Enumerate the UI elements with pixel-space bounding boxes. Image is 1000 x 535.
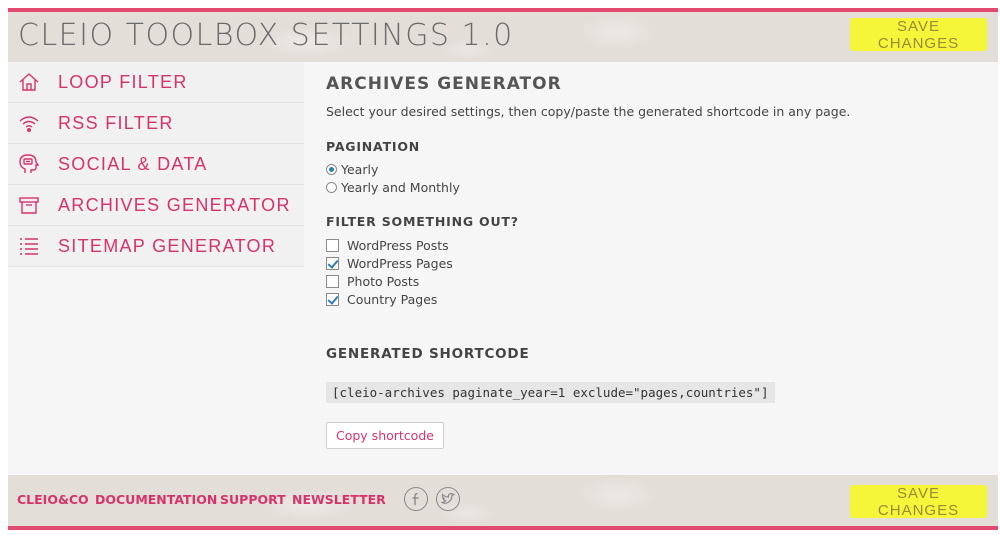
option-label: Yearly and Monthly — [341, 179, 460, 195]
checkbox-checked[interactable] — [326, 292, 339, 306]
sidebar-item-label: ARCHIVES GENERATOR — [58, 194, 291, 215]
pagination-option-yearly[interactable]: Yearly — [326, 160, 986, 178]
sidebar-nav: LOOP FILTER RSS FILTER SOCIAL & DATA ARC… — [8, 62, 304, 267]
filter-option-photo-posts[interactable]: Photo Posts — [326, 272, 986, 290]
list-icon — [18, 235, 40, 257]
settings-frame: CLEIO TOOLBOX SETTINGS 1.0 SAVE CHANGES … — [8, 8, 998, 530]
option-label: WordPress Pages — [347, 255, 453, 271]
radio-button-selected[interactable] — [326, 163, 337, 175]
sidebar-item-loop-filter[interactable]: LOOP FILTER — [8, 62, 304, 103]
main-panel: ARCHIVES GENERATOR Select your desired s… — [326, 62, 986, 449]
save-changes-button-bottom[interactable]: SAVE CHANGES — [850, 485, 987, 519]
option-label: Yearly — [341, 161, 379, 177]
header-bar: CLEIO TOOLBOX SETTINGS 1.0 SAVE CHANGES — [8, 12, 998, 62]
wifi-icon — [18, 112, 40, 134]
filter-option-wordpress-posts[interactable]: WordPress Posts — [326, 236, 986, 254]
sidebar-item-label: LOOP FILTER — [58, 71, 188, 92]
archive-box-icon — [18, 194, 40, 216]
checkbox-checked[interactable] — [326, 256, 339, 270]
option-label: Photo Posts — [347, 273, 420, 289]
head-speech-icon — [18, 153, 40, 175]
copy-shortcode-button[interactable]: Copy shortcode — [326, 422, 444, 449]
intro-text: Select your desired settings, then copy/… — [326, 104, 851, 119]
sidebar-item-label: SOCIAL & DATA — [58, 153, 208, 174]
footer-bar: CLEIO&CO DOCUMENTATION SUPPORT NEWSLETTE… — [8, 475, 998, 526]
sidebar-item-social-data[interactable]: SOCIAL & DATA — [8, 144, 304, 185]
filter-heading: FILTER SOMETHING OUT? — [326, 214, 519, 229]
option-label: Country Pages — [347, 291, 438, 307]
footer-link-documentation[interactable]: DOCUMENTATION — [95, 492, 217, 507]
filter-option-wordpress-pages[interactable]: WordPress Pages — [326, 254, 986, 272]
pagination-heading: PAGINATION — [326, 139, 421, 154]
filter-option-country-pages[interactable]: Country Pages — [326, 290, 986, 308]
checkbox[interactable] — [326, 238, 339, 252]
facebook-icon[interactable] — [404, 487, 428, 511]
footer-link-support[interactable]: SUPPORT — [220, 492, 286, 507]
footer-link-cleioco[interactable]: CLEIO&CO — [17, 492, 89, 507]
page-title: CLEIO TOOLBOX SETTINGS 1.0 — [18, 18, 514, 53]
option-label: WordPress Posts — [347, 237, 449, 253]
sidebar-item-archives-generator[interactable]: ARCHIVES GENERATOR — [8, 185, 304, 226]
sidebar-item-label: RSS FILTER — [58, 112, 174, 133]
sidebar-item-sitemap-generator[interactable]: SITEMAP GENERATOR — [8, 226, 304, 267]
checkbox[interactable] — [326, 274, 339, 288]
pagination-option-yearly-monthly[interactable]: Yearly and Monthly — [326, 178, 986, 196]
shortcode-output[interactable]: [cleio-archives paginate_year=1 exclude=… — [326, 382, 775, 403]
footer-link-newsletter[interactable]: NEWSLETTER — [292, 492, 386, 507]
sidebar-item-label: SITEMAP GENERATOR — [58, 235, 277, 256]
section-title: ARCHIVES GENERATOR — [326, 74, 562, 94]
generated-shortcode-heading: GENERATED SHORTCODE — [326, 346, 530, 362]
sidebar-item-rss-filter[interactable]: RSS FILTER — [8, 103, 304, 144]
radio-button[interactable] — [326, 181, 337, 193]
twitter-icon[interactable] — [436, 487, 460, 511]
save-changes-button-top[interactable]: SAVE CHANGES — [850, 18, 987, 52]
home-icon — [18, 71, 40, 93]
